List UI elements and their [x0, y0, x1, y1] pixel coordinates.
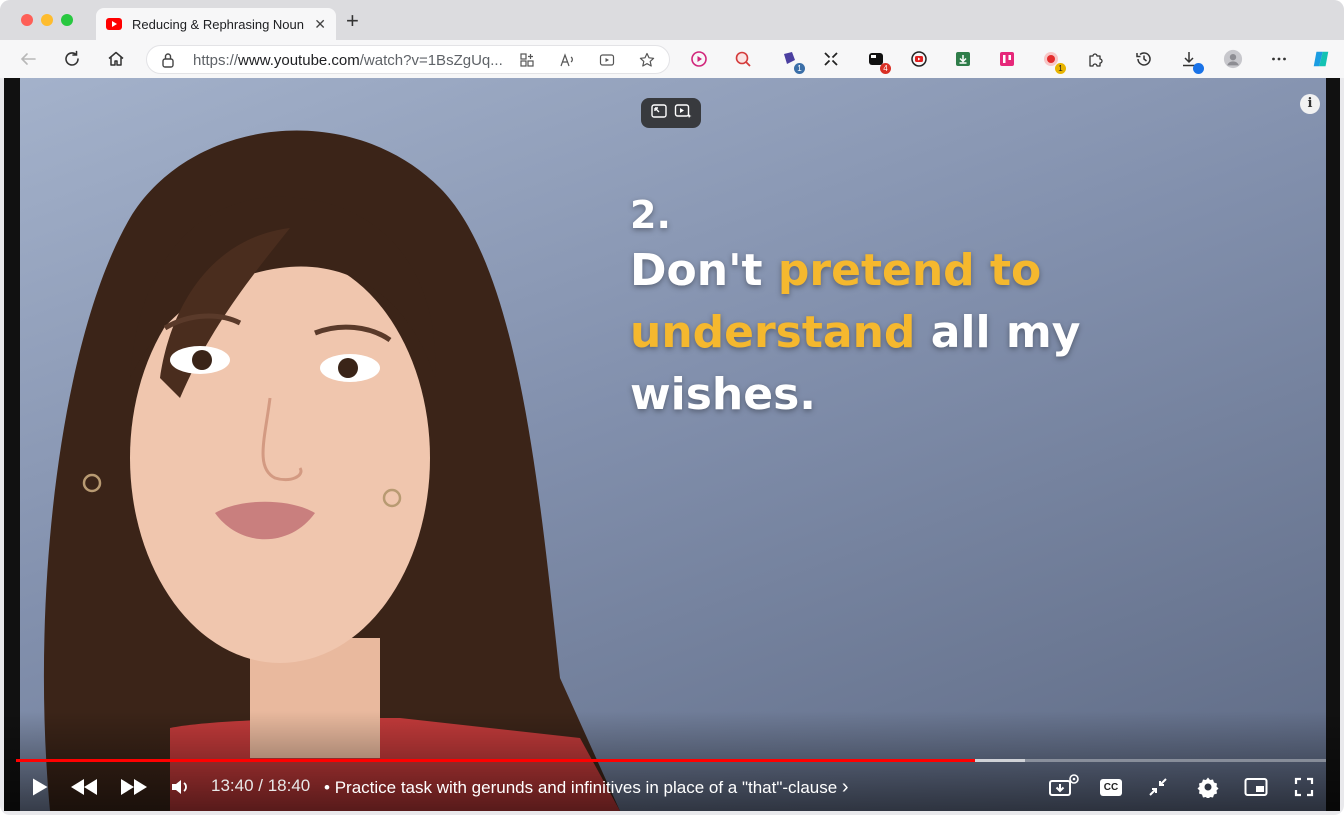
settings-gear-icon[interactable]	[1196, 772, 1220, 802]
play-button[interactable]	[28, 772, 52, 802]
extension-shrink-icon[interactable]	[821, 49, 841, 69]
fullscreen-button[interactable]	[1292, 772, 1316, 802]
progress-bar[interactable]	[16, 759, 1326, 763]
more-menu-icon[interactable]	[1269, 49, 1289, 69]
miniplayer-button[interactable]	[1242, 772, 1270, 802]
autoplay-settings-icon[interactable]	[1046, 772, 1082, 802]
lock-icon[interactable]	[161, 52, 175, 68]
downloads-icon[interactable]	[1179, 49, 1204, 74]
extension-window-icon[interactable]: 4	[866, 49, 891, 74]
browser-toolbar: https://www.youtube.com/watch?v=1BsZgUq.…	[0, 40, 1344, 78]
video-overlay-toolbar	[641, 98, 701, 128]
tab-title: Reducing & Rephrasing Noun Clauses	[132, 16, 308, 32]
video-letterbox-right	[1326, 78, 1340, 811]
download-status-dot	[1193, 63, 1204, 74]
minimize-window-button[interactable]	[41, 14, 53, 26]
new-tab-button[interactable]: +	[346, 10, 359, 32]
url-text[interactable]: https://www.youtube.com/watch?v=1BsZgUq.…	[193, 52, 503, 69]
favorite-star-icon[interactable]	[638, 51, 656, 69]
time-display: 13:40 / 18:40	[211, 776, 311, 795]
video-enhance-icon[interactable]	[598, 51, 616, 69]
extension-player-icon[interactable]	[909, 49, 929, 69]
progress-played	[16, 759, 975, 762]
copilot-icon[interactable]	[1311, 49, 1331, 69]
profile-avatar[interactable]	[1223, 49, 1243, 69]
reload-icon[interactable]	[62, 49, 82, 69]
extension-badge: 1	[794, 63, 805, 74]
video-player[interactable]: i 2. Don't pretend to understand all my …	[4, 78, 1340, 811]
history-icon[interactable]	[1134, 49, 1154, 69]
active-tab[interactable]: Reducing & Rephrasing Noun Clauses ✕	[96, 8, 336, 40]
read-aloud-icon[interactable]	[558, 51, 576, 69]
miniplayer-collapse-icon[interactable]	[1146, 772, 1170, 802]
app-available-icon[interactable]	[518, 51, 536, 69]
back-arrow-icon[interactable]	[18, 49, 38, 69]
tab-close-icon[interactable]: ✕	[314, 16, 326, 32]
chapter-title-button[interactable]: • Practice task with gerunds and infinit…	[324, 776, 849, 799]
volume-button[interactable]	[168, 772, 194, 802]
extension-download-icon[interactable]	[953, 49, 973, 69]
extension-notes-icon[interactable]: 1	[780, 49, 805, 74]
address-bar[interactable]: https://www.youtube.com/watch?v=1BsZgUq.…	[146, 45, 670, 74]
lesson-number: 2.	[630, 193, 671, 237]
chevron-right-icon: ›	[841, 776, 849, 798]
lesson-line-3: wishes.	[630, 369, 816, 420]
extension-record-icon[interactable]: 1	[1041, 49, 1066, 74]
lesson-caption: 2. Don't pretend to understand all my wi…	[630, 190, 1080, 426]
lesson-line-2: understand all my	[630, 307, 1081, 358]
extension-board-icon[interactable]	[997, 49, 1017, 69]
video-letterbox-left	[4, 78, 20, 811]
captions-button[interactable]: CC	[1098, 772, 1124, 802]
youtube-favicon-icon	[106, 18, 122, 30]
extension-badge: 4	[880, 63, 891, 74]
info-icon[interactable]: i	[1300, 94, 1320, 114]
extension-badge: 1	[1055, 63, 1066, 74]
home-icon[interactable]	[106, 49, 126, 69]
rewind-button[interactable]	[68, 772, 100, 802]
presenter-image	[43, 130, 620, 811]
extension-search-icon[interactable]	[733, 49, 753, 69]
maximize-window-button[interactable]	[61, 14, 73, 26]
lesson-line-1: Don't pretend to	[630, 245, 1042, 296]
video-enhance-icon[interactable]	[674, 102, 692, 125]
fast-forward-button[interactable]	[118, 772, 150, 802]
extensions-puzzle-icon[interactable]	[1085, 49, 1105, 69]
close-window-button[interactable]	[21, 14, 33, 26]
extension-video-icon[interactable]	[689, 49, 709, 69]
browser-window: Reducing & Rephrasing Noun Clauses ✕ + h…	[0, 0, 1344, 815]
chapter-title: Practice task with gerunds and infinitiv…	[334, 778, 838, 797]
picture-in-picture-icon[interactable]	[650, 102, 668, 125]
tab-strip: Reducing & Rephrasing Noun Clauses ✕ +	[0, 0, 1344, 40]
chapter-bullet: •	[324, 778, 330, 797]
